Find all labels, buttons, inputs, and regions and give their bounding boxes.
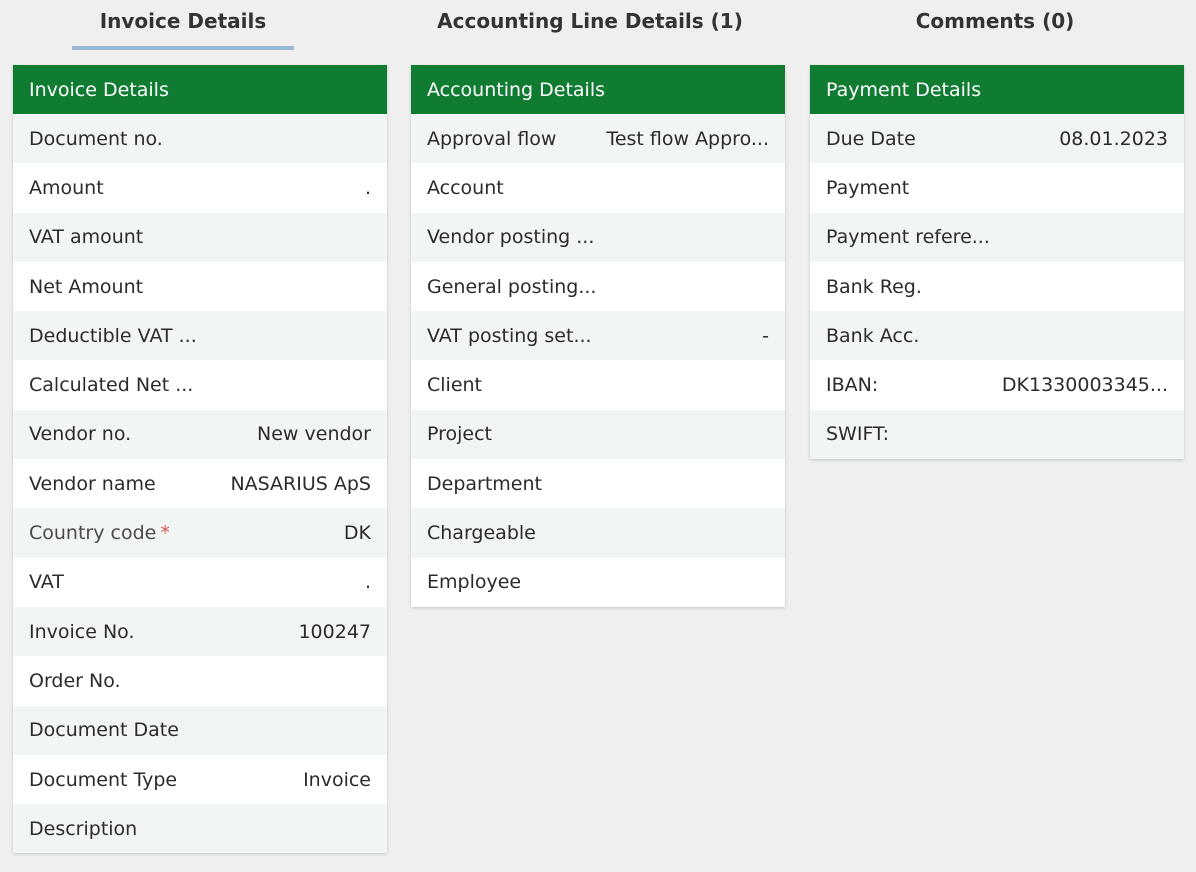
field-row-approval-flow[interactable]: Approval flow Test flow Appro...	[411, 114, 785, 164]
tab-comments-count: (0)	[1042, 9, 1075, 33]
field-label: Deductible VAT ...	[29, 324, 197, 347]
accounting-details-rows: Approval flow Test flow Appro... Account …	[411, 114, 785, 607]
field-label: Document Date	[29, 719, 179, 742]
field-label: Calculated Net ...	[29, 374, 194, 397]
field-label: Vendor no.	[29, 423, 132, 446]
field-row-account[interactable]: Account	[411, 163, 785, 213]
field-row-document-date[interactable]: Document Date	[13, 705, 387, 755]
field-value: Invoice	[303, 768, 371, 791]
field-row-document-type[interactable]: Document Type Invoice	[13, 754, 387, 805]
field-row-chargeable[interactable]: Chargeable	[411, 508, 785, 558]
field-row-client[interactable]: Client	[411, 360, 785, 410]
field-row-vat[interactable]: VAT.	[13, 557, 387, 607]
field-label: Payment refere...	[826, 226, 990, 249]
field-row-vendor-posting[interactable]: Vendor posting ...	[411, 212, 785, 262]
field-label: VAT	[29, 571, 64, 594]
field-value: New vendor	[257, 423, 371, 446]
accounting-details-header: Accounting Details	[411, 65, 785, 114]
field-row-document-no[interactable]: Document no.	[13, 114, 387, 164]
payment-details-rows: Due Date 08.01.2023 Payment Payment refer…	[810, 114, 1184, 460]
field-label: VAT amount	[29, 226, 144, 249]
field-label: Bank Acc.	[826, 324, 920, 347]
field-row-employee[interactable]: Employee	[411, 557, 785, 607]
field-label: Vendor name	[29, 472, 156, 495]
tab-accounting-line-details[interactable]: Accounting Line Details (1)	[430, 0, 750, 52]
field-row-bank-acc[interactable]: Bank Acc.	[810, 311, 1184, 361]
tab-comments-label: Comments	[915, 9, 1036, 33]
field-value: Test flow Appro...	[606, 127, 769, 150]
field-row-vendor-name[interactable]: Vendor name NASARIUS ApS	[13, 459, 387, 509]
field-label: General posting...	[427, 275, 597, 298]
field-row-invoice-no[interactable]: Invoice No. 100247	[13, 606, 387, 657]
invoice-details-rows: Document no. Amount. VAT amount Net Amou…	[13, 114, 387, 854]
field-label: Due Date	[826, 127, 916, 150]
field-value: DK1330003345...	[1001, 374, 1168, 397]
invoice-details-card: Invoice Details Document no. Amount. VAT…	[13, 65, 387, 854]
field-label: Order No.	[29, 669, 121, 692]
field-label: Country code	[29, 522, 157, 545]
field-value: 100247	[298, 620, 371, 643]
field-label: Account	[427, 176, 504, 199]
field-row-vendor-no[interactable]: Vendor no. New vendor	[13, 409, 387, 460]
field-row-vat-amount[interactable]: VAT amount	[13, 212, 387, 262]
active-tab-indicator	[72, 46, 294, 50]
field-row-order-no[interactable]: Order No.	[13, 656, 387, 706]
field-label: Vendor posting ...	[427, 226, 595, 249]
field-row-general-posting[interactable]: General posting...	[411, 261, 785, 312]
field-label: Approval flow	[427, 127, 557, 150]
field-label: Description	[29, 817, 138, 840]
field-row-project[interactable]: Project	[411, 409, 785, 460]
field-label: Document no.	[29, 127, 163, 150]
field-label: Employee	[427, 571, 522, 594]
field-row-payment[interactable]: Payment	[810, 163, 1184, 213]
field-label: SWIFT:	[826, 423, 889, 446]
field-label: Document Type	[29, 768, 178, 791]
field-row-calculated-net[interactable]: Calculated Net ...	[13, 360, 387, 410]
field-value: -	[762, 324, 769, 347]
payment-details-header: Payment Details	[810, 65, 1184, 114]
field-row-amount[interactable]: Amount.	[13, 163, 387, 213]
field-value: .	[364, 176, 371, 199]
field-label: Payment	[826, 176, 910, 199]
field-row-due-date[interactable]: Due Date 08.01.2023	[810, 114, 1184, 164]
tab-comments[interactable]: Comments (0)	[883, 0, 1107, 52]
field-value: 08.01.2023	[1059, 127, 1168, 150]
field-row-deductible-vat[interactable]: Deductible VAT ...	[13, 311, 387, 361]
required-marker: *	[160, 522, 170, 545]
field-value: NASARIUS ApS	[230, 472, 371, 495]
field-label: Department	[427, 472, 542, 495]
field-row-vat-posting-setup[interactable]: VAT posting set... -	[411, 311, 785, 361]
field-label: Bank Reg.	[826, 275, 922, 298]
payment-details-card: Payment Details Due Date 08.01.2023 Payme…	[810, 65, 1184, 460]
accounting-details-card: Accounting Details Approval flow Test flo…	[411, 65, 785, 607]
field-label-wrapper: Country code *	[29, 522, 170, 544]
field-row-bank-reg[interactable]: Bank Reg.	[810, 261, 1184, 312]
field-row-iban[interactable]: IBAN: DK1330003345...	[810, 360, 1184, 410]
field-label: Amount	[29, 176, 104, 199]
field-row-swift[interactable]: SWIFT:	[810, 409, 1184, 460]
tab-bar: Invoice Details Accounting Line Details …	[0, 0, 1196, 56]
field-label: Net Amount	[29, 275, 144, 298]
field-row-payment-reference[interactable]: Payment refere...	[810, 212, 1184, 262]
tab-invoice-details[interactable]: Invoice Details	[72, 0, 294, 52]
invoice-details-header: Invoice Details	[13, 65, 387, 114]
field-label: Invoice No.	[29, 620, 135, 643]
field-label: Project	[427, 423, 493, 446]
field-row-department[interactable]: Department	[411, 459, 785, 509]
tab-accounting-line-details-label: Accounting Line Details	[437, 9, 704, 33]
field-label: Client	[427, 374, 483, 397]
field-label: Chargeable	[427, 522, 536, 545]
field-row-net-amount[interactable]: Net Amount	[13, 261, 387, 312]
tab-accounting-line-details-count: (1)	[710, 9, 743, 33]
tab-invoice-details-label: Invoice Details	[99, 9, 267, 33]
field-label: VAT posting set...	[427, 324, 592, 347]
field-value: DK	[343, 522, 371, 545]
field-value: .	[364, 571, 371, 594]
field-row-country-code[interactable]: Country code * DK	[13, 508, 387, 558]
field-label: IBAN:	[826, 374, 879, 397]
field-row-description[interactable]: Description	[13, 804, 387, 854]
